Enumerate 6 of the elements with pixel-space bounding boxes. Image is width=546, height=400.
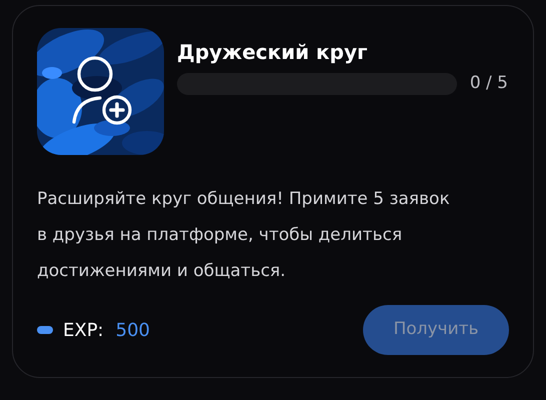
reward-label: EXP: (63, 318, 104, 342)
progress-count: 0 / 5 (470, 72, 509, 95)
reward-value: 500 (116, 318, 150, 342)
add-user-icon (70, 56, 134, 126)
achievement-title: Дружеский круг (177, 39, 368, 66)
description: Расширяйте круг общения! Примите 5 заявок в друзья на платформе, чтобы делиться достижениями и общаться. (37, 188, 451, 283)
